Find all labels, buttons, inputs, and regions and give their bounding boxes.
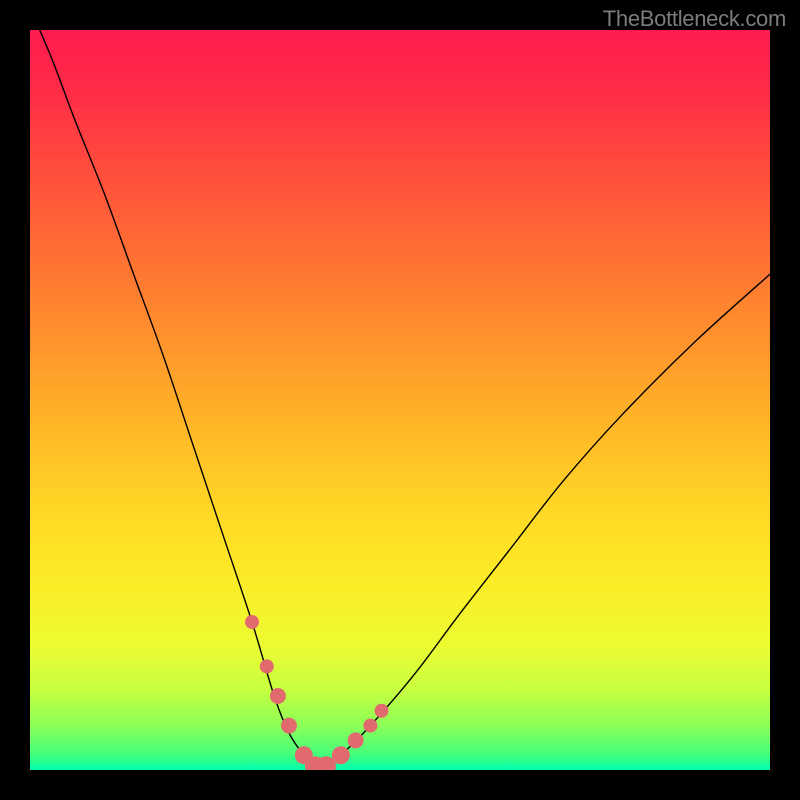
bottleneck-curve — [30, 30, 770, 768]
plot-area — [30, 30, 770, 770]
chart-svg — [30, 30, 770, 770]
marker-point — [348, 732, 364, 748]
marker-point — [270, 688, 286, 704]
marker-point — [332, 746, 350, 764]
marker-point — [375, 704, 389, 718]
watermark-text: TheBottleneck.com — [603, 6, 786, 32]
marker-point — [260, 659, 274, 673]
marker-point — [363, 719, 377, 733]
marker-point — [245, 615, 259, 629]
highlight-markers — [245, 615, 389, 770]
marker-point — [281, 718, 297, 734]
